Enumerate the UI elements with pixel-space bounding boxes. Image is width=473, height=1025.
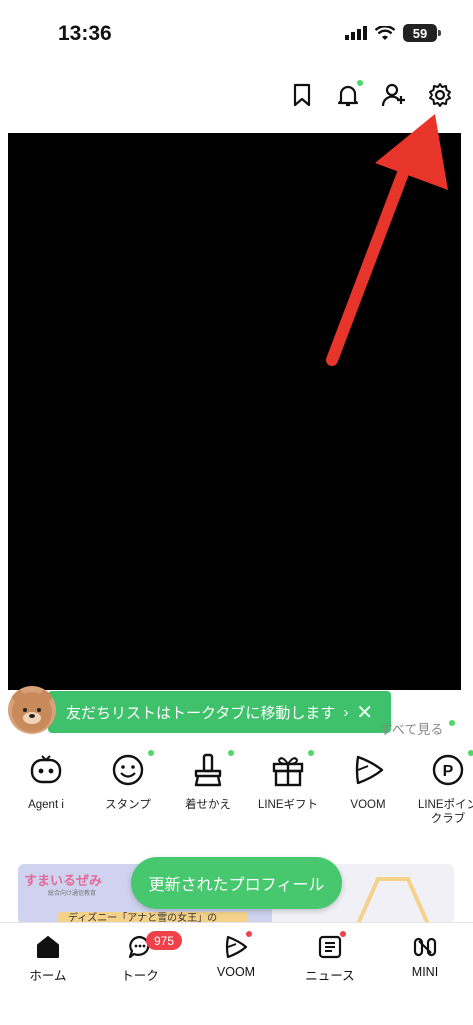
agent-icon [28,752,64,788]
status-bar: 13:36 59 [0,0,473,70]
chevron-right-icon: › [343,703,349,721]
status-time: 13:36 [58,22,112,45]
news-icon [316,931,346,961]
service-stickers[interactable]: スタンプ [88,750,168,812]
brown-bear-avatar [8,686,56,734]
sticker-icon [110,750,154,788]
tab-home[interactable]: ホーム [8,933,88,984]
service-line-points[interactable]: P LINEポイン クラブ [408,750,473,826]
toast-text: 友だちリストはトークタブに移動します [66,704,336,722]
bell-icon[interactable] [335,80,363,108]
wifi-icon [375,25,395,40]
banner-subtitle: 総合向け通信教育 [48,891,97,897]
see-all-link[interactable]: すべて見る [380,719,455,738]
status-icons: 59 [345,24,441,42]
friends-list-toast[interactable]: 友だちリストはトークタブに移動します › ✕ [48,691,391,733]
tab-news[interactable]: ニュース [290,931,370,984]
service-agent-i[interactable]: Agent i [6,752,86,812]
banner-logo: すまいるぜみ [24,873,103,888]
notification-dot [357,80,363,86]
service-voom[interactable]: VOOM [328,752,408,812]
signal-icon [345,26,367,40]
points-icon: P [430,750,473,788]
tab-voom[interactable]: VOOM [196,931,276,979]
svg-text:P: P [443,763,454,780]
red-arrow-annotation [326,114,448,366]
bookmark-icon[interactable] [289,82,315,108]
updated-profiles-button[interactable]: 更新されたプロフィール [131,857,342,909]
services-row: Agent i スタンプ 着せかえ LINEギフト VOOM P LINEポイン… [0,750,473,842]
banner-swing-illustration [356,877,430,924]
add-friend-icon[interactable] [381,82,407,108]
mini-icon [411,933,439,961]
tab-mini[interactable]: MINI [385,933,465,979]
gift-icon [270,750,314,788]
battery-icon: 59 [403,24,441,42]
voom-icon [350,752,386,788]
service-line-gift[interactable]: LINEギフト [248,750,328,812]
theme-icon [190,750,234,788]
talk-unread-badge: 975 [146,931,182,950]
settings-gear-icon[interactable] [427,82,453,108]
bottom-tab-bar: ホーム トーク VOOM ニュース MINI [0,922,473,1025]
header-actions [289,80,453,108]
voom-tab-icon [222,931,252,961]
service-themes[interactable]: 着せかえ [168,750,248,812]
close-icon[interactable]: ✕ [356,700,373,725]
home-icon [34,933,62,961]
